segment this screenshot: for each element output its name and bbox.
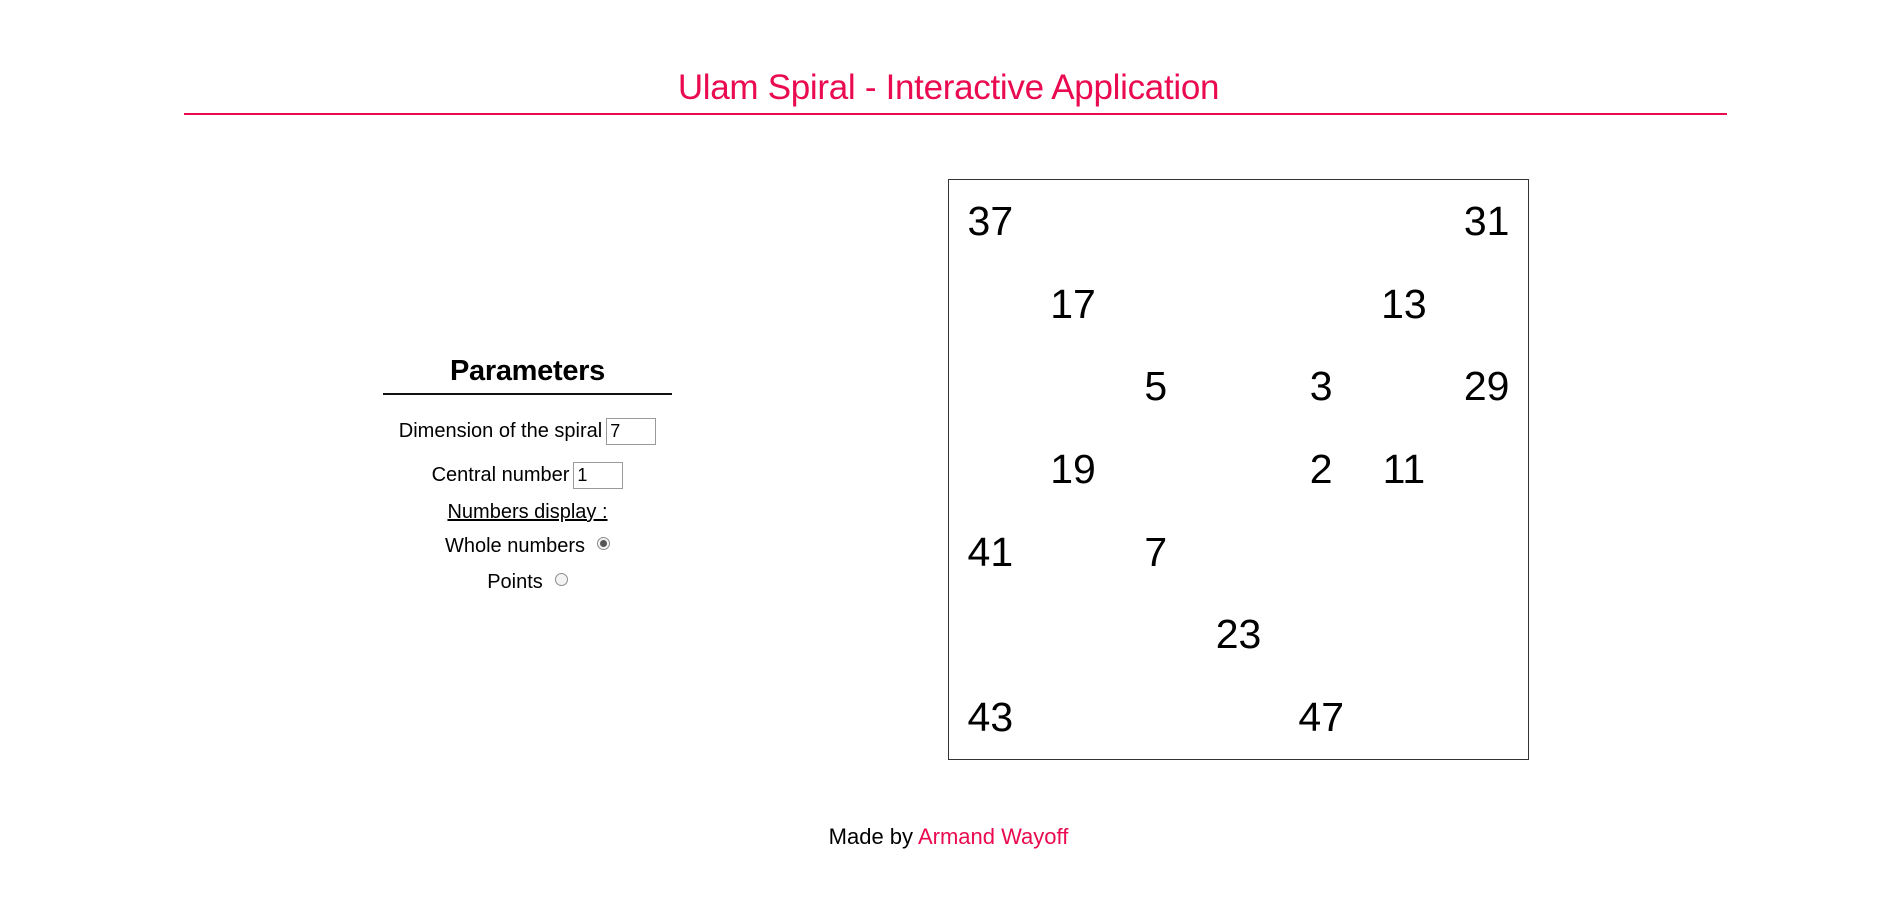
ulam-spiral-grid: 37 31 17 13 5 3 29 19 2 11 41 7 23 43 47 (948, 179, 1529, 760)
central-number-label: Central number (431, 463, 570, 486)
spiral-number: 31 (1463, 197, 1510, 244)
spiral-number: 29 (1463, 363, 1510, 410)
whole-numbers-option: Whole numbers (380, 529, 675, 563)
spiral-number: 11 (1382, 445, 1426, 492)
parameters-title: Parameters (450, 355, 605, 387)
footer-prefix: Made by (828, 824, 914, 849)
points-label: Points (487, 570, 543, 593)
dimension-row: Dimension of the spiral (380, 413, 675, 449)
spiral-number: 3 (1309, 363, 1333, 410)
points-option: Points (380, 565, 675, 599)
parameters-panel: Parameters Dimension of the spiral Centr… (380, 353, 675, 599)
spiral-number: 5 (1144, 363, 1168, 410)
spiral-number: 23 (1215, 611, 1262, 658)
footer: Made by Armand Wayoff (0, 822, 1897, 852)
spiral-number: 37 (967, 197, 1014, 244)
whole-numbers-label: Whole numbers (444, 534, 586, 557)
parameters-divider (383, 393, 672, 395)
dimension-label: Dimension of the spiral (398, 419, 603, 442)
spiral-number: 19 (1050, 445, 1096, 492)
spiral-number: 17 (1050, 280, 1096, 327)
whole-numbers-radio[interactable] (597, 536, 611, 550)
spiral-number: 47 (1298, 694, 1344, 741)
spiral-number: 7 (1144, 528, 1168, 575)
dimension-input[interactable] (606, 417, 657, 445)
numbers-display-heading: Numbers display : (447, 501, 608, 523)
spiral-number: 2 (1309, 445, 1333, 492)
title-divider (184, 113, 1727, 115)
page-title: Ulam Spiral - Interactive Application (677, 68, 1220, 107)
spiral-number: 41 (967, 528, 1014, 575)
points-radio[interactable] (554, 572, 568, 586)
spiral-number: 13 (1381, 280, 1427, 327)
page: Ulam Spiral - Interactive Application Pa… (0, 0, 1897, 923)
spiral-number: 43 (967, 694, 1014, 741)
central-number-row: Central number (380, 457, 675, 493)
author-link[interactable]: Armand Wayoff (918, 824, 1068, 849)
central-number-input[interactable] (573, 461, 624, 489)
